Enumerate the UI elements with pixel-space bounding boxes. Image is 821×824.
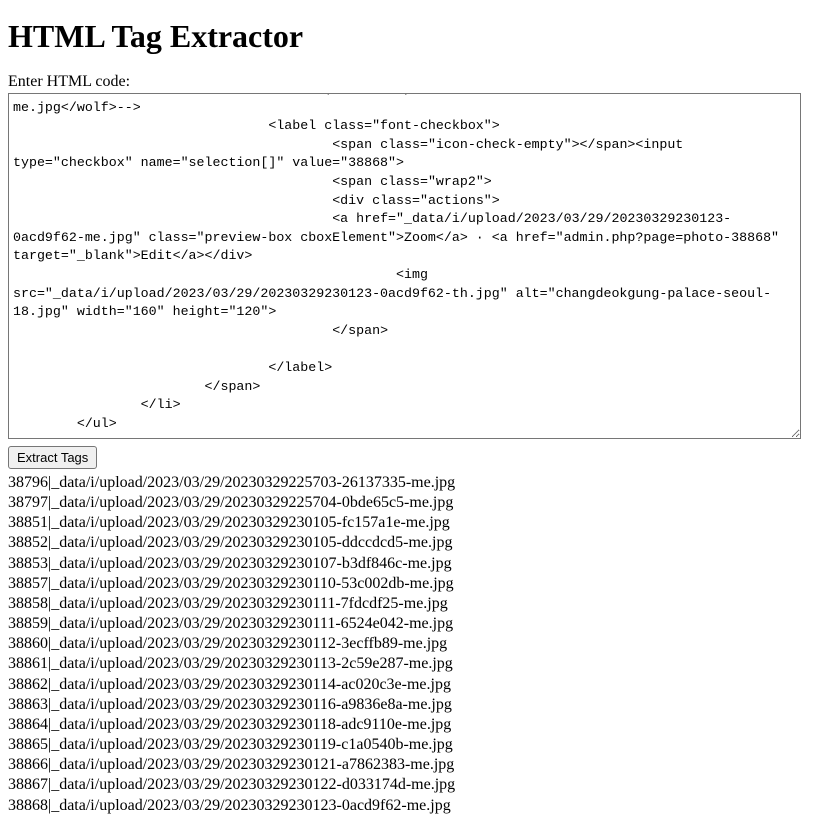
output-line: 38797|_data/i/upload/2023/03/29/20230329… [8,493,813,513]
page-title: HTML Tag Extractor [8,18,813,55]
output-line: 38868|_data/i/upload/2023/03/29/20230329… [8,796,813,816]
input-label: Enter HTML code: [8,73,813,91]
extract-button[interactable]: Extract Tags [8,446,97,469]
output-line: 38852|_data/i/upload/2023/03/29/20230329… [8,533,813,553]
output-line: 38796|_data/i/upload/2023/03/29/20230329… [8,473,813,493]
output-line: 38865|_data/i/upload/2023/03/29/20230329… [8,735,813,755]
output-line: 38867|_data/i/upload/2023/03/29/20230329… [8,775,813,795]
output-line: 38858|_data/i/upload/2023/03/29/20230329… [8,594,813,614]
output-line: 38857|_data/i/upload/2023/03/29/20230329… [8,574,813,594]
output-line: 38851|_data/i/upload/2023/03/29/20230329… [8,513,813,533]
output-line: 38853|_data/i/upload/2023/03/29/20230329… [8,554,813,574]
output-line: 38861|_data/i/upload/2023/03/29/20230329… [8,654,813,674]
output-line: 38862|_data/i/upload/2023/03/29/20230329… [8,675,813,695]
html-input[interactable] [8,93,801,439]
output-line: 38866|_data/i/upload/2023/03/29/20230329… [8,755,813,775]
textarea-container [8,93,801,444]
output-line: 38860|_data/i/upload/2023/03/29/20230329… [8,634,813,654]
output-line: 38859|_data/i/upload/2023/03/29/20230329… [8,614,813,634]
output-area: 38796|_data/i/upload/2023/03/29/20230329… [8,473,813,816]
output-line: 38864|_data/i/upload/2023/03/29/20230329… [8,715,813,735]
output-line: 38863|_data/i/upload/2023/03/29/20230329… [8,695,813,715]
